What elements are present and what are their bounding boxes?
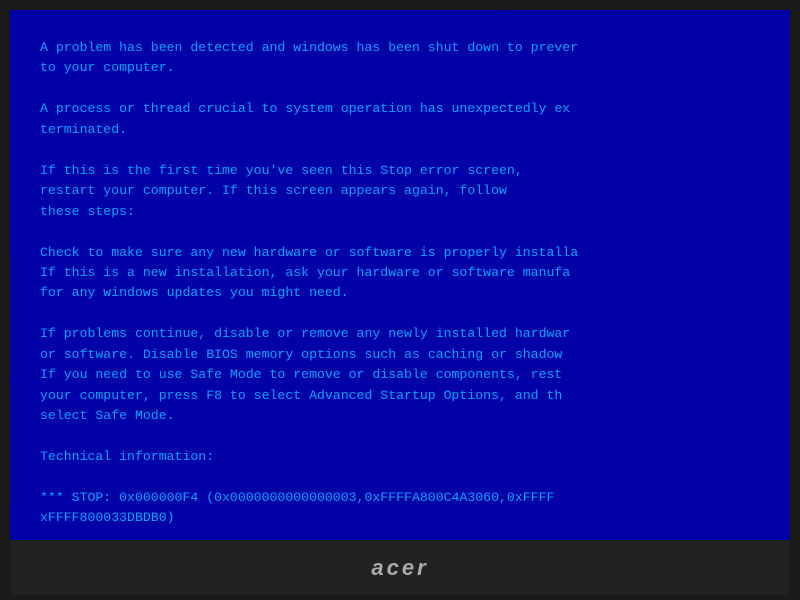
bsod-screen: A problem has been detected and windows … (10, 10, 790, 540)
brand-bar: acer (10, 540, 790, 595)
brand-logo: acer (371, 555, 428, 581)
bsod-text: A problem has been detected and windows … (40, 38, 760, 540)
monitor: A problem has been detected and windows … (0, 0, 800, 600)
